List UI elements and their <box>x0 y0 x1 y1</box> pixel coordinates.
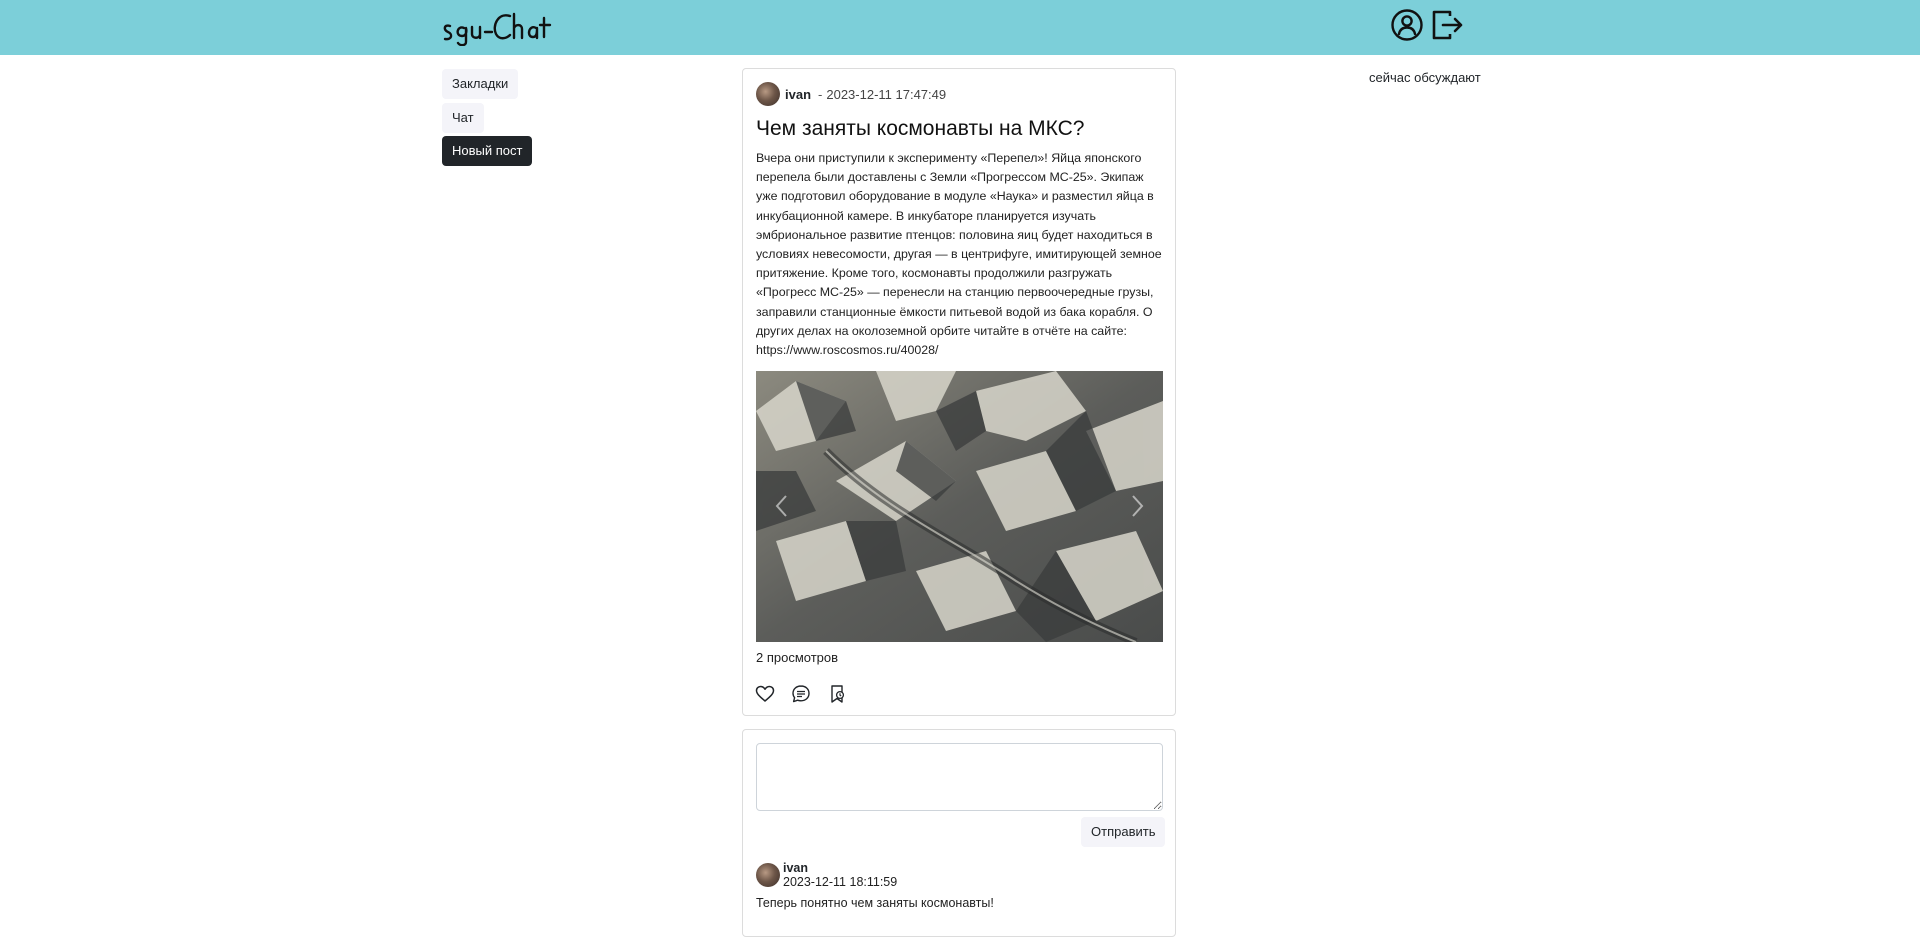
comments-card: Отправить ivan 2023-12-11 18:11:59 Тепер… <box>742 729 1176 937</box>
post-title[interactable]: Чем заняты космонавты на МКС? <box>756 115 1166 143</box>
heart-icon[interactable] <box>755 684 775 704</box>
comment-input[interactable] <box>756 743 1163 811</box>
avatar[interactable] <box>756 863 780 887</box>
post-views: 2 просмотров <box>756 650 839 665</box>
post-image-carousel <box>756 371 1163 642</box>
comment-icon[interactable] <box>791 684 811 704</box>
send-comment-button[interactable]: Отправить <box>1081 817 1166 847</box>
post-body: Вчера они приступили к эксперименту «Пер… <box>756 151 1162 358</box>
post-header: ivan - 2023-12-11 17:47:49 <box>756 82 946 106</box>
site-logo[interactable] <box>440 6 560 46</box>
logout-icon[interactable] <box>1430 8 1464 42</box>
nav-bookmarks-button[interactable]: Закладки <box>442 69 519 99</box>
profile-icon[interactable] <box>1390 8 1424 42</box>
avatar[interactable] <box>756 82 780 106</box>
post-card: ivan - 2023-12-11 17:47:49 Чем заняты ко… <box>742 68 1176 716</box>
comment-text: Теперь понятно чем заняты космонавты! <box>756 896 994 910</box>
post-separator: - <box>818 86 823 102</box>
bookmark-icon[interactable] <box>827 684 847 704</box>
carousel-prev-icon[interactable] <box>770 491 794 521</box>
carousel-next-icon[interactable] <box>1125 491 1149 521</box>
top-bar <box>0 0 1920 55</box>
trending-title: сейчас обсуждают <box>1369 70 1481 85</box>
nav-chat-button[interactable]: Чат <box>442 103 484 133</box>
post-date: 2023-12-11 17:47:49 <box>826 86 947 102</box>
mountain-photo <box>756 371 1163 642</box>
new-post-button[interactable]: Новый пост <box>442 136 533 166</box>
post-author[interactable]: ivan <box>785 87 811 102</box>
comment-date: 2023-12-11 18:11:59 <box>783 875 898 889</box>
comment-author[interactable]: ivan <box>783 861 808 875</box>
